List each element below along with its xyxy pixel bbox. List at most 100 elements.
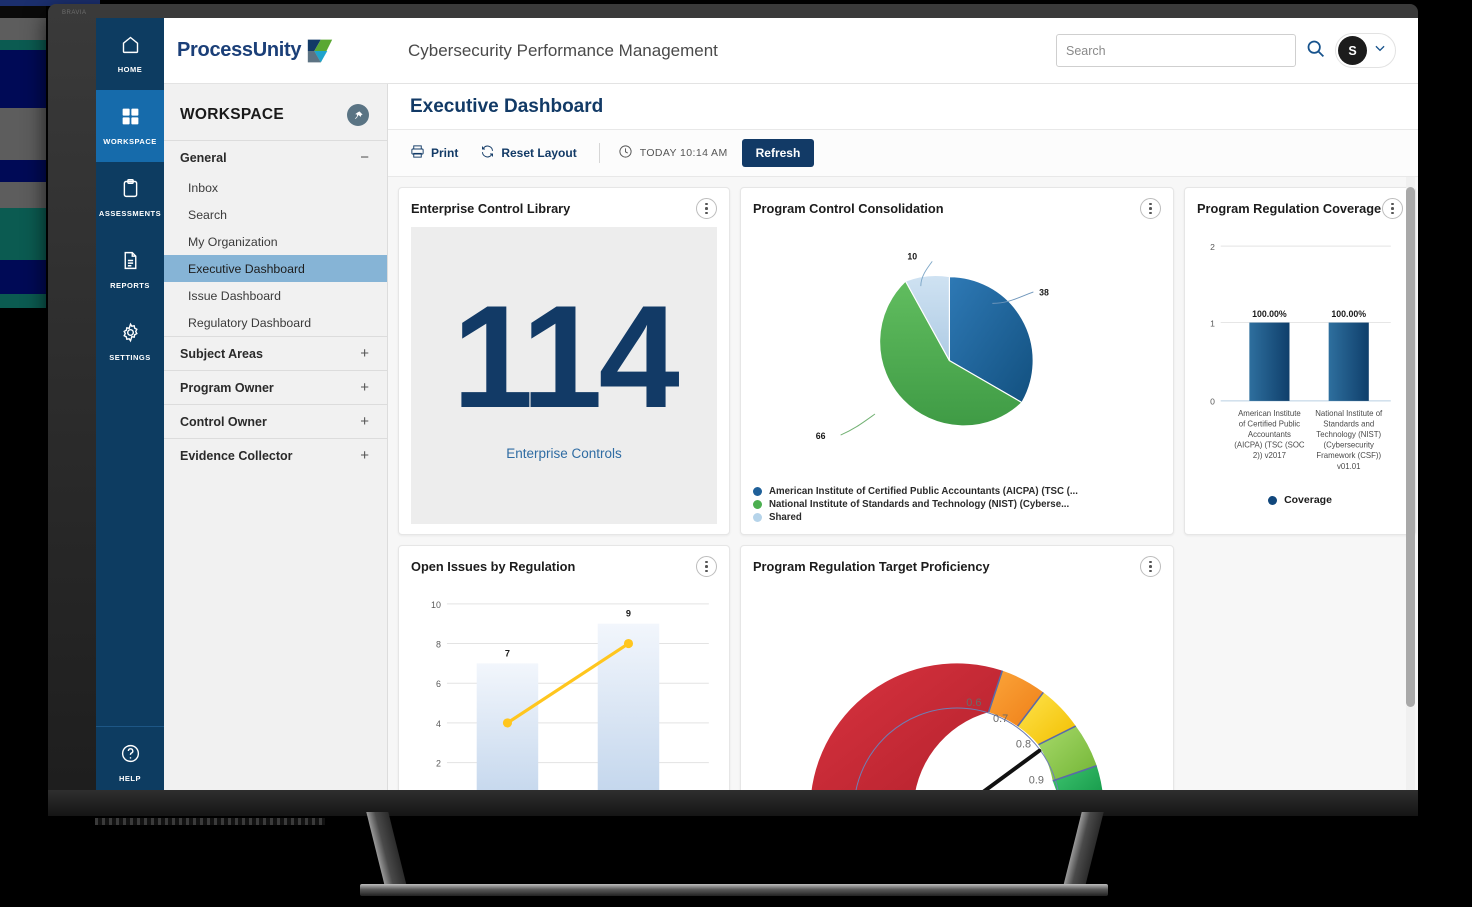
monitor-leg-left	[366, 812, 408, 890]
widget-grid: Enterprise Control Library 114 Enterpris…	[398, 187, 1416, 798]
search-input[interactable]	[1056, 34, 1296, 67]
top-bar: ProcessUnity Cybersecurity Performance M…	[164, 18, 1418, 84]
pin-icon[interactable]	[347, 104, 369, 126]
monitor-shell: BRAVIA HOME WORKSPACE ASSESSMENTS REPORT…	[48, 4, 1418, 816]
rail-item-settings[interactable]: SETTINGS	[96, 306, 164, 378]
application-window: HOME WORKSPACE ASSESSMENTS REPORTS SETTI…	[96, 18, 1418, 798]
rail-item-assessments[interactable]: ASSESSMENTS	[96, 162, 164, 234]
widget-program-regulation-coverage: Program Regulation Coverage 2 1 0 100.00…	[1184, 187, 1416, 535]
refresh-button[interactable]: Refresh	[741, 139, 815, 167]
rail-label: HELP	[118, 773, 141, 783]
widget-menu-icon[interactable]	[696, 198, 717, 219]
pie-chart[interactable]: 38 66 10	[753, 227, 1163, 477]
legend-swatch	[753, 487, 762, 496]
rail-item-workspace[interactable]: WORKSPACE	[96, 90, 164, 162]
coverage-bar-chart[interactable]: 2 1 0 100.00% 100.00% American Institute…	[1197, 227, 1403, 485]
rail-item-home[interactable]: HOME	[96, 18, 164, 90]
kpi-caption[interactable]: Enterprise Controls	[506, 446, 622, 461]
chevron-logo-mark-icon	[306, 38, 334, 64]
widget-program-regulation-target-proficiency: Program Regulation Target Proficiency 0.…	[740, 545, 1174, 798]
sidebar-item-executive-dashboard[interactable]: Executive Dashboard	[164, 255, 387, 282]
search-area: S	[1056, 33, 1396, 68]
widget-menu-icon[interactable]	[696, 556, 717, 577]
screen: HOME WORKSPACE ASSESSMENTS REPORTS SETTI…	[96, 18, 1418, 798]
legend-swatch	[753, 513, 762, 522]
coverage-legend[interactable]: Coverage	[1197, 494, 1403, 506]
pie-legend: American Institute of Certified Public A…	[753, 486, 1161, 523]
rail-item-help[interactable]: HELP	[96, 726, 164, 798]
sidebar-item-my-organization[interactable]: My Organization	[164, 228, 387, 255]
main-content: Executive Dashboard Print Reset Layout T…	[388, 84, 1418, 798]
background-fragment	[0, 160, 46, 182]
last-refresh-timestamp: TODAY 10:14 AM	[618, 144, 728, 162]
bar-issues-2	[597, 623, 660, 798]
y-tick-8: 8	[436, 639, 441, 649]
reset-layout-button[interactable]: Reset Layout	[480, 144, 577, 162]
scrollbar-thumb[interactable]	[1406, 187, 1415, 707]
kpi-tile[interactable]: 114 Enterprise Controls	[411, 227, 717, 524]
widget-title: Program Control Consolidation	[753, 201, 944, 216]
page-header: Executive Dashboard	[388, 84, 1418, 130]
sidebar-item-search[interactable]: Search	[164, 201, 387, 228]
account-menu[interactable]: S	[1335, 33, 1396, 68]
widget-menu-icon[interactable]	[1140, 198, 1161, 219]
collapse-toggle-icon[interactable]: −	[360, 150, 369, 165]
widget-enterprise-control-library: Enterprise Control Library 114 Enterpris…	[398, 187, 730, 535]
gauge-tick-08: 0.8	[1016, 739, 1031, 751]
cat-nist-l5: Framework (CSF))	[1316, 451, 1381, 460]
legend-item[interactable]: American Institute of Certified Public A…	[753, 486, 1161, 497]
widget-title: Program Regulation Coverage	[1197, 201, 1382, 216]
cat-nist-l3: Technology (NIST)	[1316, 430, 1381, 439]
background-fragment	[0, 6, 46, 18]
sidebar-section-general[interactable]: General −	[164, 140, 387, 174]
sidebar-section-label: Program Owner	[180, 380, 274, 395]
y-tick-2: 2	[436, 759, 441, 769]
sidebar-section-label: General	[180, 150, 227, 165]
bar-label-aicpa: 100.00%	[1252, 309, 1287, 319]
help-circle-icon	[120, 743, 141, 769]
expand-toggle-icon[interactable]: +	[360, 380, 369, 395]
cat-nist-l4: (Cybersecurity	[1323, 441, 1374, 450]
cat-nist-l6: v01.01	[1337, 462, 1361, 471]
sidebar-section-evidence-collector[interactable]: Evidence Collector +	[164, 438, 387, 472]
sidebar-section-program-owner[interactable]: Program Owner +	[164, 370, 387, 404]
widget-header: Open Issues by Regulation	[399, 546, 729, 585]
widget-menu-icon[interactable]	[1382, 198, 1403, 219]
brand-logo[interactable]: ProcessUnity	[164, 38, 388, 64]
open-issues-chart[interactable]: 10 8 6 4 2 7 9	[411, 585, 717, 798]
search-icon[interactable]	[1305, 38, 1326, 64]
bar-label-2: 9	[626, 609, 631, 619]
sidebar-item-regulatory-dashboard[interactable]: Regulatory Dashboard	[164, 309, 387, 336]
y-tick-4: 4	[436, 719, 441, 729]
legend-swatch	[753, 500, 762, 509]
sidebar-item-inbox[interactable]: Inbox	[164, 174, 387, 201]
legend-item[interactable]: Shared	[753, 512, 1161, 523]
print-button[interactable]: Print	[410, 144, 458, 162]
widget-menu-icon[interactable]	[1140, 556, 1161, 577]
expand-toggle-icon[interactable]: +	[360, 414, 369, 429]
cat-aicpa-l4: (AICPA) (TSC (SOC	[1234, 441, 1305, 450]
background-fragment	[0, 108, 46, 160]
monitor-leg-right	[1062, 812, 1104, 890]
sidebar-section-control-owner[interactable]: Control Owner +	[164, 404, 387, 438]
sidebar-title: WORKSPACE	[180, 106, 285, 123]
clock-icon	[618, 144, 633, 162]
sidebar-item-issue-dashboard[interactable]: Issue Dashboard	[164, 282, 387, 309]
printer-icon	[410, 144, 425, 162]
expand-toggle-icon[interactable]: +	[360, 448, 369, 463]
rail-label: REPORTS	[110, 281, 150, 290]
expand-toggle-icon[interactable]: +	[360, 346, 369, 361]
rail-item-reports[interactable]: REPORTS	[96, 234, 164, 306]
widget-header: Program Control Consolidation	[741, 188, 1173, 227]
clipboard-icon	[120, 178, 141, 204]
background-fragment	[0, 18, 46, 40]
legend-label: National Institute of Standards and Tech…	[769, 499, 1070, 510]
kpi-value: 114	[452, 274, 680, 438]
app-title: Cybersecurity Performance Management	[408, 40, 718, 60]
legend-item[interactable]: National Institute of Standards and Tech…	[753, 499, 1161, 510]
monitor-brand-label: BRAVIA	[62, 10, 87, 16]
gauge-chart[interactable]: 0 0.6 0.7 0.8 0.9 1	[753, 585, 1161, 798]
sidebar-section-subject-areas[interactable]: Subject Areas +	[164, 336, 387, 370]
background-fragment	[0, 40, 46, 50]
background-fragment	[0, 294, 46, 308]
